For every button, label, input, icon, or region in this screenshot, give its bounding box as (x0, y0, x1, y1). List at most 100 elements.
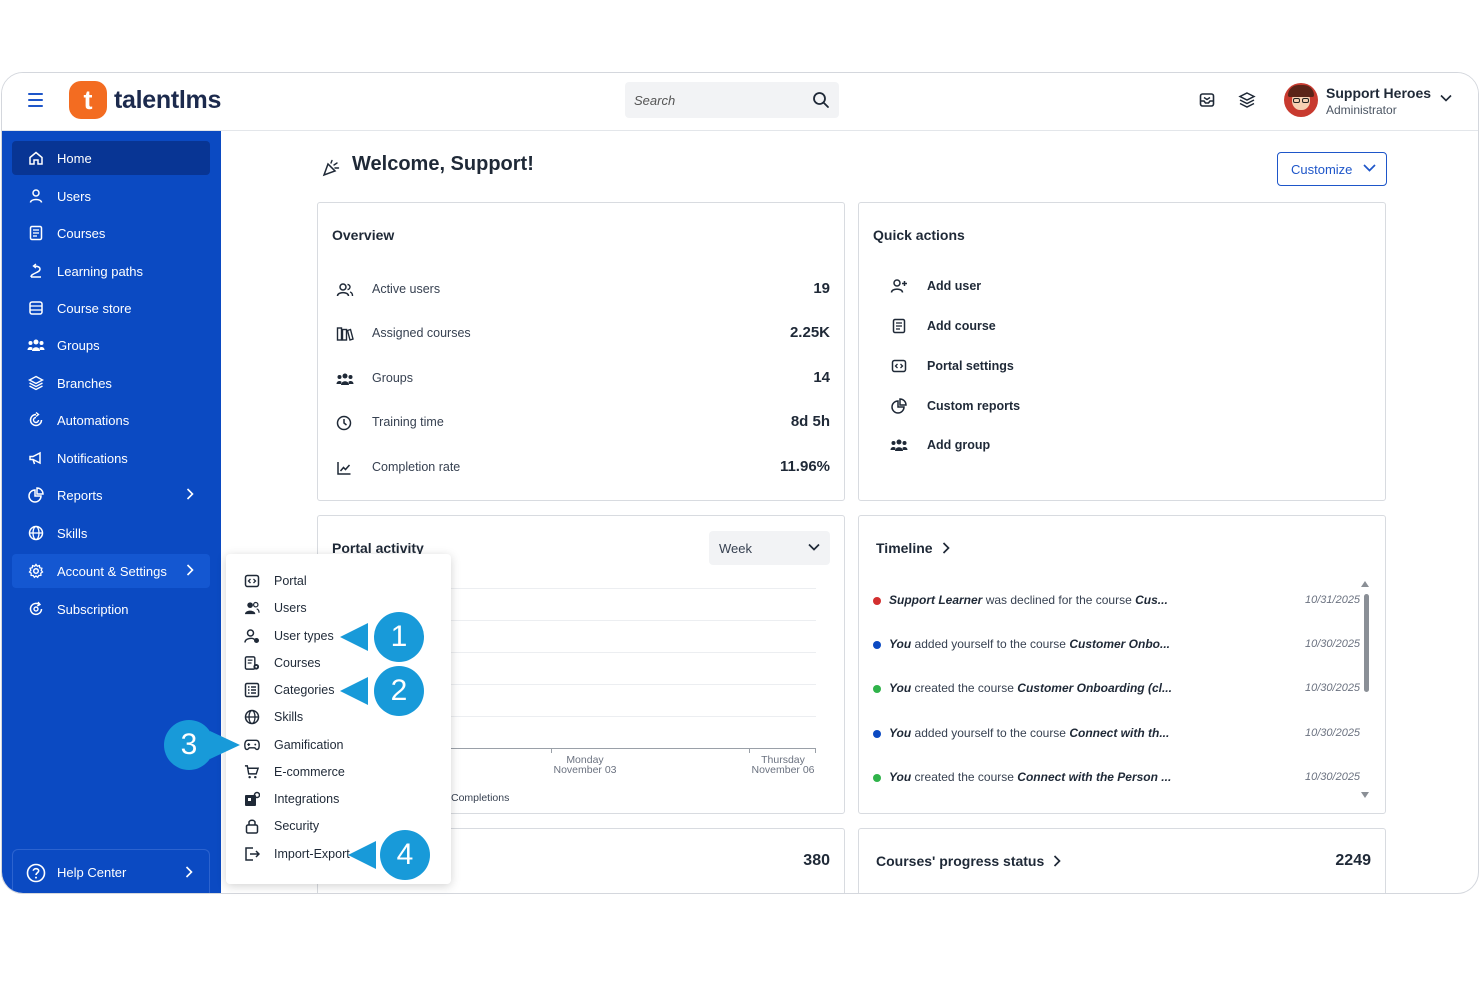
sidebar-item-learning-paths[interactable]: Learning paths (12, 254, 210, 288)
sidebar-item-skills[interactable]: Skills (12, 516, 210, 550)
list-icon (244, 682, 260, 698)
megaphone-icon (27, 449, 45, 467)
status-dot (873, 774, 881, 782)
courses-progress-title: Courses' progress status (876, 853, 1045, 869)
overview-row-active-users[interactable]: Active users 19 (332, 278, 830, 302)
menu-item-gamification[interactable]: Gamification (244, 735, 343, 755)
stack-coins-icon[interactable] (1238, 91, 1256, 109)
chart-gridline (451, 588, 816, 589)
inbox-icon[interactable] (1198, 91, 1216, 109)
sidebar-item-automations[interactable]: Automations (12, 403, 210, 437)
menu-item-label: Courses (274, 656, 321, 670)
sidebar-item-label: Branches (57, 375, 112, 391)
chart-x-axis (451, 748, 816, 749)
menu-item-courses[interactable]: Courses (244, 653, 321, 673)
menu-item-integrations[interactable]: Integrations (244, 789, 339, 809)
quick-actions-card: Quick actions Add user Add course Portal… (858, 202, 1386, 501)
sidebar-item-courses[interactable]: Courses (12, 216, 210, 250)
overview-row-training-time[interactable]: Training time 8d 5h (332, 411, 830, 435)
callout-pointer (340, 677, 368, 705)
profile-menu[interactable]: Support Heroes Administrator (1278, 76, 1464, 124)
users-icon (244, 600, 260, 616)
timeline-row[interactable]: You created the course Customer Onboardi… (873, 679, 1363, 699)
overview-row-completion-rate[interactable]: Completion rate 11.96% (332, 456, 830, 480)
menu-item-security[interactable]: Security (244, 816, 319, 836)
status-dot (873, 730, 881, 738)
sidebar-item-notifications[interactable]: Notifications (12, 441, 210, 475)
search-icon[interactable] (812, 91, 830, 109)
scrollbar-thumb[interactable] (1364, 594, 1369, 692)
menu-item-e-commerce[interactable]: E-commerce (244, 762, 345, 782)
party-popper-icon (322, 159, 340, 177)
search-input[interactable] (625, 82, 795, 118)
sidebar-item-users[interactable]: Users (12, 179, 210, 213)
menu-item-label: User types (274, 629, 334, 643)
callout-pointer (210, 731, 240, 759)
chevron-down-icon (1440, 94, 1452, 102)
chart-x-label-date: November 06 (751, 764, 815, 776)
sidebar-item-subscription[interactable]: Subscription (12, 592, 210, 626)
import-export-icon (244, 846, 260, 862)
timeline-text: You created the course Connect with the … (889, 770, 1172, 784)
menu-item-skills[interactable]: Skills (244, 707, 303, 727)
menu-item-portal[interactable]: Portal (244, 571, 307, 591)
add-user-icon (890, 277, 908, 295)
callout-pointer (340, 623, 368, 651)
top-bar: t talentlms Support Heroes Administrator (2, 73, 1478, 131)
courses-progress-link[interactable]: Courses' progress status (876, 853, 1061, 869)
chart-x-label: Monday November 03 (540, 755, 630, 776)
timeline-date: 10/30/2025 (1305, 727, 1361, 739)
quick-action-add-group[interactable]: Add group (890, 434, 990, 456)
timeline-row[interactable]: You created the course Connect with the … (873, 768, 1363, 788)
quick-action-custom-reports[interactable]: Custom reports (890, 395, 1020, 417)
home-icon (27, 149, 45, 167)
sidebar-item-groups[interactable]: Groups (12, 328, 210, 362)
groups-icon (890, 436, 908, 454)
menu-item-label: Users (274, 601, 307, 615)
timeline-card: Timeline Support Learner was declined fo… (858, 515, 1386, 814)
scroll-down-icon[interactable] (1361, 792, 1369, 798)
help-center-button[interactable]: Help Center (12, 849, 210, 893)
sidebar: Home Users Courses Learning paths Course… (2, 131, 221, 893)
chart-legend[interactable]: Completions (451, 792, 511, 804)
timeline-row[interactable]: You added yourself to the course Custome… (873, 635, 1363, 655)
sidebar-item-home[interactable]: Home (12, 141, 210, 175)
overview-row-groups[interactable]: Groups 14 (332, 367, 830, 391)
timeline-title-link[interactable]: Timeline (876, 540, 950, 556)
sidebar-item-branches[interactable]: Branches (12, 366, 210, 400)
quick-action-add-user[interactable]: Add user (890, 275, 981, 297)
hamburger-menu-icon[interactable] (28, 93, 43, 107)
timeline-date: 10/30/2025 (1305, 771, 1361, 783)
menu-item-import-export[interactable]: Import-Export (244, 844, 350, 864)
period-select[interactable]: Week (709, 531, 830, 565)
callout-number: 2 (374, 666, 424, 716)
search-box (625, 82, 839, 118)
avatar (1284, 83, 1318, 117)
menu-item-user-types[interactable]: User types (244, 626, 334, 646)
subscription-icon (27, 600, 45, 618)
quick-action-portal-settings[interactable]: Portal settings (890, 355, 1014, 377)
scroll-up-icon[interactable] (1361, 581, 1369, 587)
quick-action-add-course[interactable]: Add course (890, 315, 996, 337)
sidebar-item-course-store[interactable]: Course store (12, 291, 210, 325)
customize-button[interactable]: Customize (1277, 152, 1387, 186)
user-icon (27, 187, 45, 205)
clock-icon (336, 415, 352, 431)
chevron-down-icon (1363, 164, 1376, 172)
sidebar-item-label: Course store (57, 300, 132, 316)
sidebar-item-reports[interactable]: Reports (12, 478, 210, 512)
cart-icon (244, 764, 260, 780)
menu-item-users[interactable]: Users (244, 598, 307, 618)
overview-row-assigned-courses[interactable]: Assigned courses 2.25K (332, 322, 830, 346)
profile-role: Administrator (1326, 103, 1397, 117)
logo[interactable]: t talentlms (69, 81, 221, 119)
quick-actions-title: Quick actions (873, 227, 965, 243)
menu-item-categories[interactable]: Categories (244, 680, 334, 700)
timeline-row[interactable]: You added yourself to the course Connect… (873, 724, 1363, 744)
automation-icon (27, 411, 45, 429)
chart-gridline (451, 716, 816, 717)
chart-gridline (451, 620, 816, 621)
callout-pointer (348, 841, 376, 869)
sidebar-item-account-settings[interactable]: Account & Settings (12, 554, 210, 588)
timeline-row[interactable]: Support Learner was declined for the cou… (873, 591, 1363, 611)
